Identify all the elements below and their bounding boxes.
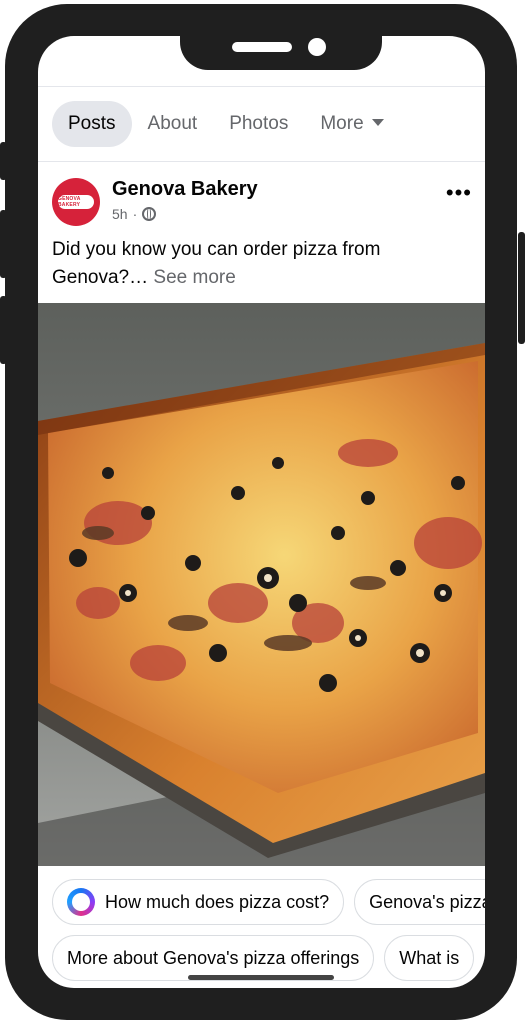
page-tabs: Posts About Photos More bbox=[38, 86, 485, 162]
suggestion-chip-what-is[interactable]: What is bbox=[384, 935, 475, 981]
phone-screen: Posts About Photos More GENOVA BAKERY Ge… bbox=[38, 36, 485, 988]
phone-volume-up-button bbox=[0, 210, 7, 278]
tab-about[interactable]: About bbox=[132, 101, 214, 147]
see-more-link[interactable]: See more bbox=[153, 267, 235, 288]
phone-power-button bbox=[518, 232, 525, 344]
camera-icon bbox=[308, 38, 326, 56]
caret-down-icon bbox=[371, 119, 384, 126]
suggestion-label: More about Genova's pizza offerings bbox=[67, 947, 360, 968]
suggestion-label: What is bbox=[399, 947, 460, 968]
post-photo[interactable] bbox=[38, 303, 485, 866]
more-horizontal-icon[interactable]: ••• bbox=[446, 180, 472, 206]
post-time[interactable]: 5h bbox=[112, 206, 128, 222]
speaker-icon bbox=[232, 42, 292, 52]
pizza-photo bbox=[38, 303, 485, 866]
phone-volume-down-button bbox=[0, 296, 7, 364]
suggestion-chip-pizza-cost[interactable]: How much does pizza cost? bbox=[52, 879, 345, 925]
post-header: GENOVA BAKERY Genova Bakery 5h · ••• bbox=[52, 176, 472, 228]
meta-ai-icon bbox=[67, 888, 95, 916]
home-indicator[interactable] bbox=[188, 975, 334, 980]
meta-separator: · bbox=[132, 206, 138, 222]
logo-text: GENOVA BAKERY bbox=[58, 196, 81, 208]
tab-more-label: More bbox=[320, 113, 364, 134]
avatar[interactable]: GENOVA BAKERY bbox=[52, 178, 100, 226]
phone-side-button bbox=[0, 142, 7, 180]
ai-suggestions: How much does pizza cost? Genova's pizza… bbox=[52, 879, 485, 988]
suggestion-label: Genova's pizza bbox=[369, 891, 485, 912]
post-text: Did you know you can order pizza from Ge… bbox=[52, 236, 472, 292]
post-meta: 5h · bbox=[112, 206, 157, 222]
logo: GENOVA BAKERY bbox=[58, 195, 94, 209]
suggestion-label: How much does pizza cost? bbox=[105, 891, 330, 912]
tab-photos[interactable]: Photos bbox=[213, 101, 304, 147]
page-name[interactable]: Genova Bakery bbox=[112, 178, 258, 201]
tab-posts[interactable]: Posts bbox=[52, 101, 132, 147]
suggestion-row: How much does pizza cost? Genova's pizza bbox=[52, 879, 485, 925]
globe-icon bbox=[142, 207, 157, 221]
tab-more[interactable]: More bbox=[304, 101, 399, 147]
suggestion-chip-genova-pizza[interactable]: Genova's pizza bbox=[354, 879, 485, 925]
